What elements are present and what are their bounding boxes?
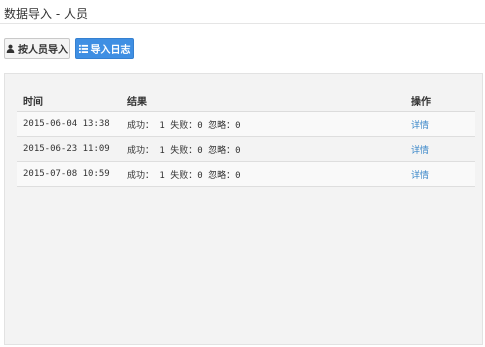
row-result: 成功： 1 失败：0 忽略：0 (127, 120, 241, 131)
header-time: 时间 (23, 97, 43, 108)
import-log-button[interactable]: 导入日志 (75, 38, 134, 59)
row-time: 2015-06-23 11:09 (23, 144, 110, 154)
import-log-label: 导入日志 (90, 45, 131, 56)
details-link[interactable]: 详情 (411, 146, 429, 156)
row-result: 成功： 1 失败：0 忽略：0 (127, 170, 241, 181)
table-row: 2015-06-04 13:38 成功： 1 失败：0 忽略：0 详情 (17, 112, 475, 137)
row-time: 2015-06-04 13:38 (23, 119, 110, 129)
table-body: 2015-06-04 13:38 成功： 1 失败：0 忽略：0 详情 2015… (17, 112, 475, 187)
details-link[interactable]: 详情 (411, 171, 429, 181)
import-by-person-button[interactable]: 按人员导入 (4, 38, 70, 59)
table-row: 2015-06-23 11:09 成功： 1 失败：0 忽略：0 详情 (17, 137, 475, 162)
title-divider (0, 23, 485, 24)
row-time: 2015-07-08 10:59 (23, 169, 110, 179)
user-icon (6, 44, 15, 53)
row-result: 成功： 1 失败：0 忽略：0 (127, 145, 241, 156)
import-by-person-label: 按人员导入 (18, 45, 68, 56)
page-title: 数据导入 - 人员 (4, 7, 88, 21)
table-header: 时间 结果 操作 (17, 90, 475, 112)
header-result: 结果 (127, 97, 147, 108)
header-action: 操作 (411, 97, 431, 108)
details-link[interactable]: 详情 (411, 121, 429, 131)
import-log-panel: 时间 结果 操作 2015-06-04 13:38 成功： 1 失败：0 忽略：… (4, 73, 483, 345)
import-log-table: 时间 结果 操作 2015-06-04 13:38 成功： 1 失败：0 忽略：… (17, 90, 475, 187)
table-row: 2015-07-08 10:59 成功： 1 失败：0 忽略：0 详情 (17, 162, 475, 187)
list-icon (78, 44, 88, 53)
